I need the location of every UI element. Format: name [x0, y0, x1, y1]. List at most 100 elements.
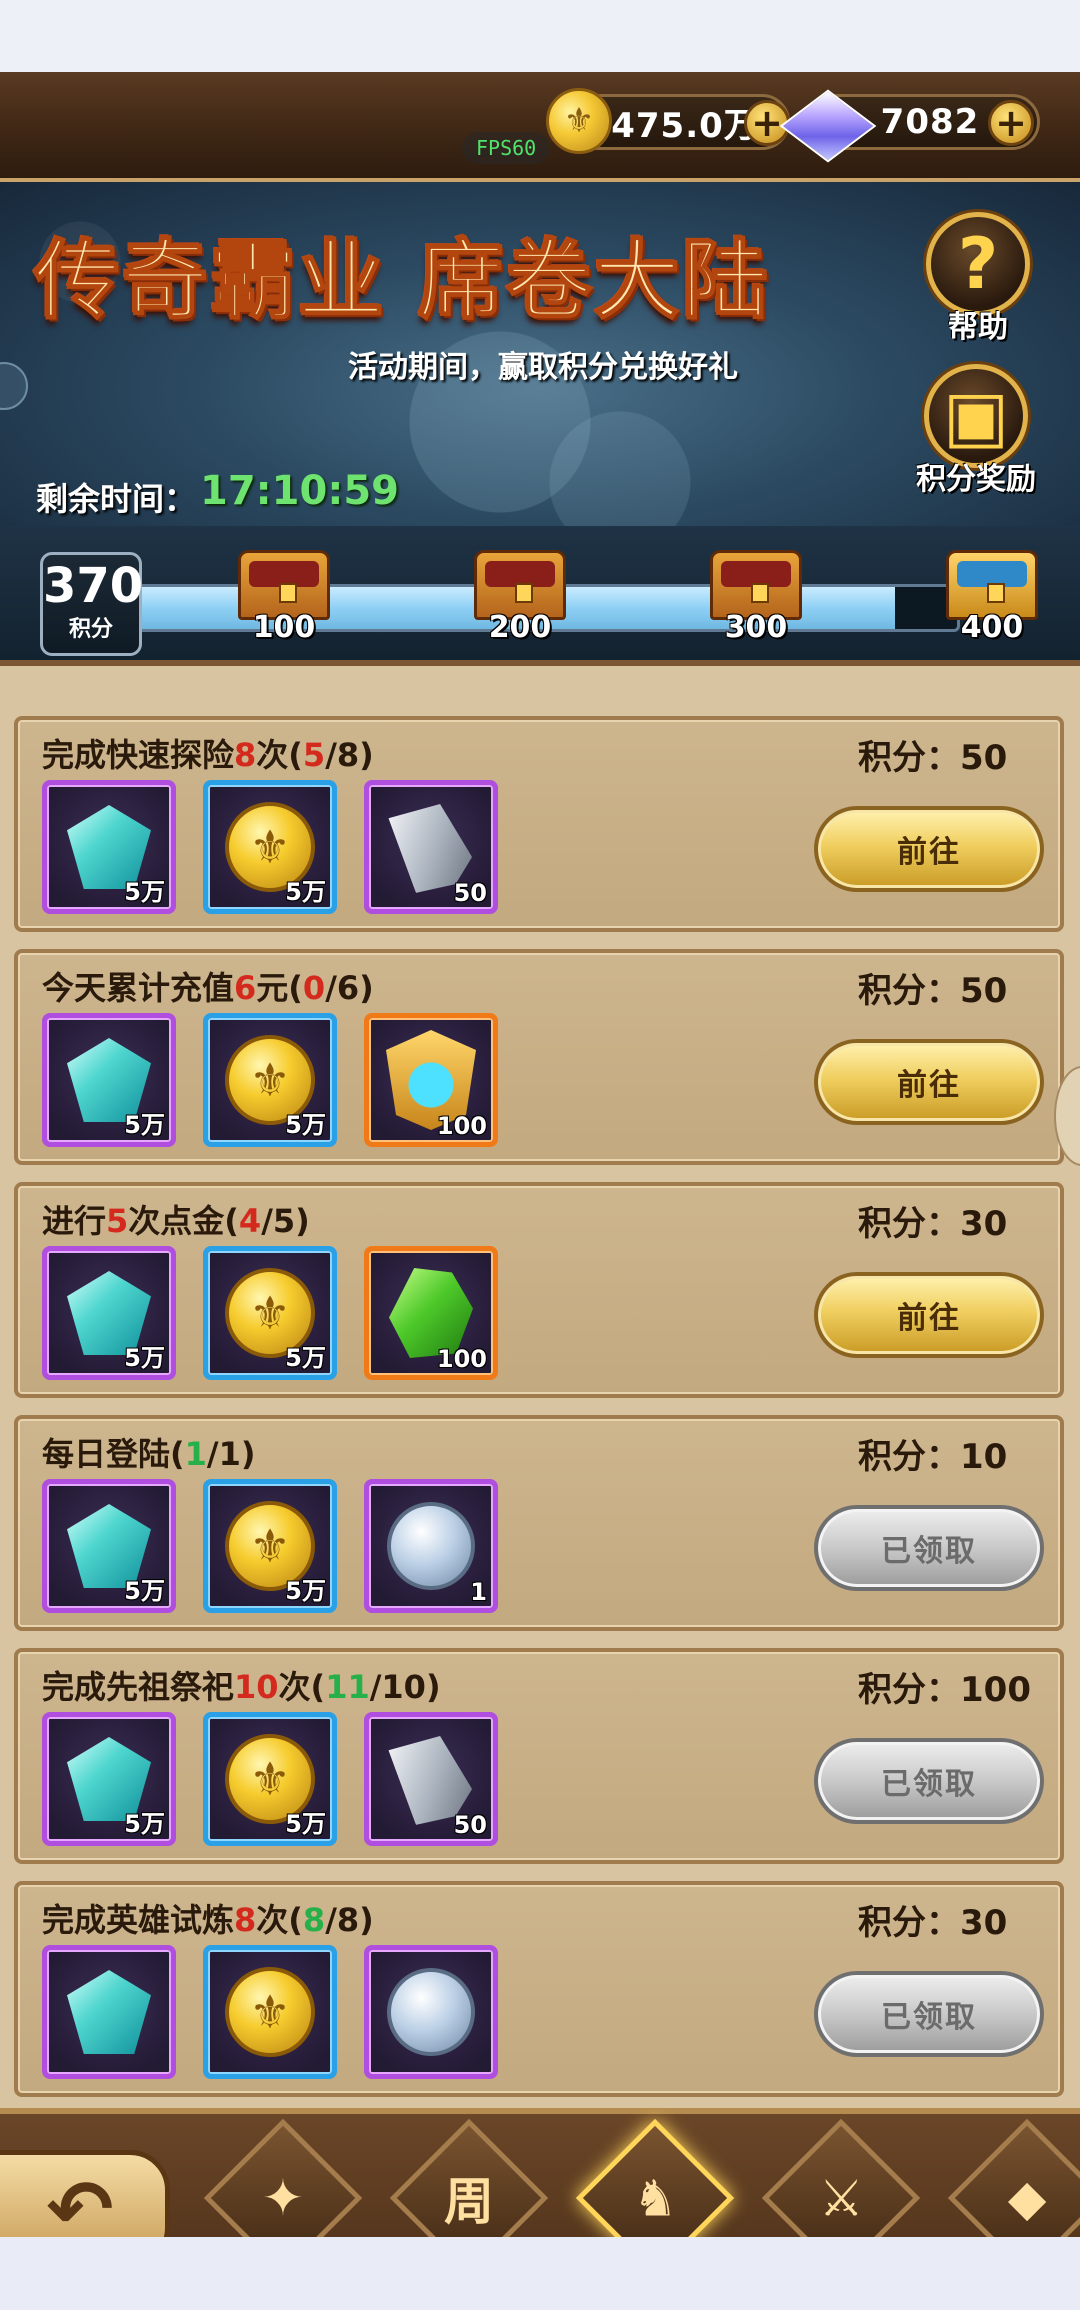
task-title-part: /8): [325, 1901, 374, 1939]
back-arrow-icon: ↶: [46, 2162, 114, 2238]
go-button[interactable]: 前往: [814, 1272, 1044, 1358]
medal-icon: [387, 1502, 475, 1590]
task-title-part: /5): [261, 1202, 310, 1240]
reward-slot[interactable]: 5万: [42, 1712, 176, 1846]
weekly-card-icon: 周: [389, 2118, 549, 2237]
side-tab-handle[interactable]: [0, 362, 28, 410]
medal-icon: [387, 1968, 475, 2056]
reward-slot[interactable]: 1: [364, 1479, 498, 1613]
reward-quantity: 5万: [124, 1577, 165, 1605]
reward-slot[interactable]: 100: [364, 1246, 498, 1380]
nav-item-5[interactable]: ◆传奇升: [947, 2118, 1080, 2237]
nav-item-3[interactable]: ♞传奇霸业: [575, 2118, 735, 2237]
nav-glyph: 周: [444, 2173, 494, 2231]
remaining-time-value: 17:10:59: [200, 468, 399, 514]
claimed-button[interactable]: 已领取: [814, 1971, 1044, 2057]
task-title-part: 6: [234, 969, 257, 1007]
reward-quantity: 50: [453, 879, 487, 907]
reward-slot[interactable]: [42, 1945, 176, 2079]
points-progress: 370 积分 100 200 300 400: [0, 526, 1080, 666]
go-button[interactable]: 前往: [814, 806, 1044, 892]
reward-slot[interactable]: 5万: [42, 1246, 176, 1380]
task-list[interactable]: 完成快速探险8次(5/8) 积分：50 5万 ⚜ 5万 50 前往 今天累计充值6元(0/6)…: [0, 716, 1080, 2156]
task-title-part: 完成英雄试炼: [42, 1901, 235, 1939]
claimed-button[interactable]: 已领取: [814, 1738, 1044, 1824]
milestone-value: 100: [252, 610, 316, 645]
milestone-value: 400: [960, 610, 1024, 645]
milestone-value: 300: [724, 610, 788, 645]
reward-slot[interactable]: 50: [364, 1712, 498, 1846]
task-title-part: /6): [325, 969, 374, 1007]
reward-quantity: 50: [453, 1811, 487, 1839]
task-title-part: /8): [325, 736, 374, 774]
task-title: 每日登陆(1/1): [42, 1429, 255, 1475]
task-title-part: 0: [302, 969, 326, 1007]
reward-quantity: 100: [436, 1112, 487, 1140]
reward-slot[interactable]: 5万: [42, 1479, 176, 1613]
task-title-part: 完成快速探险: [42, 736, 235, 774]
current-points-value: 370: [43, 558, 144, 614]
points-reward-label: 积分奖励: [916, 462, 1036, 497]
task-title-part: 10: [234, 1668, 279, 1706]
remaining-time-label: 剩余时间：: [36, 480, 197, 518]
reward-quantity: 5万: [124, 1344, 165, 1372]
nav-glyph: ◆: [1007, 2168, 1047, 2227]
task-title-part: 4: [238, 1202, 262, 1240]
reward-slot[interactable]: 5万: [42, 780, 176, 914]
task-points: 积分：100: [858, 1670, 1031, 1710]
nav-item-4[interactable]: ⚔传奇挑战: [761, 2118, 921, 2237]
reward-slot[interactable]: 5万: [42, 1013, 176, 1147]
task-card: 完成快速探险8次(5/8) 积分：50 5万 ⚜ 5万 50 前往: [14, 716, 1064, 932]
gift-box-icon: ▣: [924, 364, 1028, 468]
reward-slot[interactable]: ⚜ 5万: [203, 1712, 337, 1846]
bottom-nav: ↶ ✦传奇礼包周传奇周卡♞传奇霸业⚔传奇挑战◆传奇升: [0, 2108, 1080, 2237]
points-reward-button[interactable]: ▣ 积分奖励: [916, 364, 1036, 498]
task-points: 积分：10: [858, 1437, 1008, 1477]
nav-item-2[interactable]: 周传奇周卡: [389, 2118, 549, 2237]
reward-slot[interactable]: ⚜ 5万: [203, 1246, 337, 1380]
milestone-chest-400[interactable]: 400: [940, 550, 1044, 650]
reward-slot[interactable]: 50: [364, 780, 498, 914]
task-card: 完成先祖祭祀10次(11/10) 积分：100 5万 ⚜ 5万 50 已领取: [14, 1648, 1064, 1864]
milestone-chest-200[interactable]: 200: [468, 550, 572, 650]
event-title: 传奇霸业 席卷大陆: [33, 230, 770, 332]
reward-quantity: 5万: [285, 1577, 326, 1605]
reward-slot[interactable]: ⚜ 5万: [203, 1479, 337, 1613]
task-title-part: 次(: [278, 1668, 326, 1706]
gold-coin-icon: ⚜: [546, 88, 612, 154]
milestone-chest-300[interactable]: 300: [704, 550, 808, 650]
reward-quantity: 5万: [285, 1344, 326, 1372]
milestone-chest-100[interactable]: 100: [232, 550, 336, 650]
reward-slot[interactable]: ⚜: [203, 1945, 337, 2079]
task-title: 完成先祖祭祀10次(11/10): [42, 1662, 441, 1708]
reward-quantity: 1: [470, 1578, 487, 1606]
help-button[interactable]: ? 帮助: [918, 212, 1038, 346]
task-card: 进行5次点金(4/5) 积分：30 5万 ⚜ 5万 100 前往: [14, 1182, 1064, 1398]
task-title-part: 进行: [42, 1202, 107, 1240]
reward-quantity: 5万: [124, 1111, 165, 1139]
nav-item-1[interactable]: ✦传奇礼包: [203, 2118, 363, 2237]
reward-slot[interactable]: [364, 1945, 498, 2079]
task-points: 积分：30: [858, 1204, 1008, 1244]
reward-slot[interactable]: 100: [364, 1013, 498, 1147]
fps-indicator: FPS60: [462, 132, 551, 164]
claimed-button[interactable]: 已领取: [814, 1505, 1044, 1591]
event-subtitle: 活动期间，赢取积分兑换好礼: [348, 350, 738, 385]
gold-coin-icon: ⚜: [225, 1967, 315, 2057]
reward-quantity: 5万: [124, 1810, 165, 1838]
task-title-part: 8: [302, 1901, 326, 1939]
gem-amount: 7082: [880, 102, 980, 142]
reward-quantity: 5万: [285, 878, 326, 906]
reward-slot[interactable]: ⚜ 5万: [203, 1013, 337, 1147]
task-title-part: 8: [234, 736, 257, 774]
back-button[interactable]: ↶: [0, 2150, 170, 2237]
nav-glyph: ⚔: [818, 2168, 864, 2227]
reward-slot[interactable]: ⚜ 5万: [203, 780, 337, 914]
add-gems-button[interactable]: +: [988, 100, 1034, 146]
reward-quantity: 5万: [285, 1810, 326, 1838]
task-points: 积分：50: [858, 971, 1008, 1011]
go-button[interactable]: 前往: [814, 1039, 1044, 1125]
resource-bar: 475.0万 ⚜ + 7082 +: [0, 72, 1080, 182]
task-title-part: 1: [184, 1435, 207, 1473]
nav-glyph: ♞: [632, 2168, 678, 2227]
